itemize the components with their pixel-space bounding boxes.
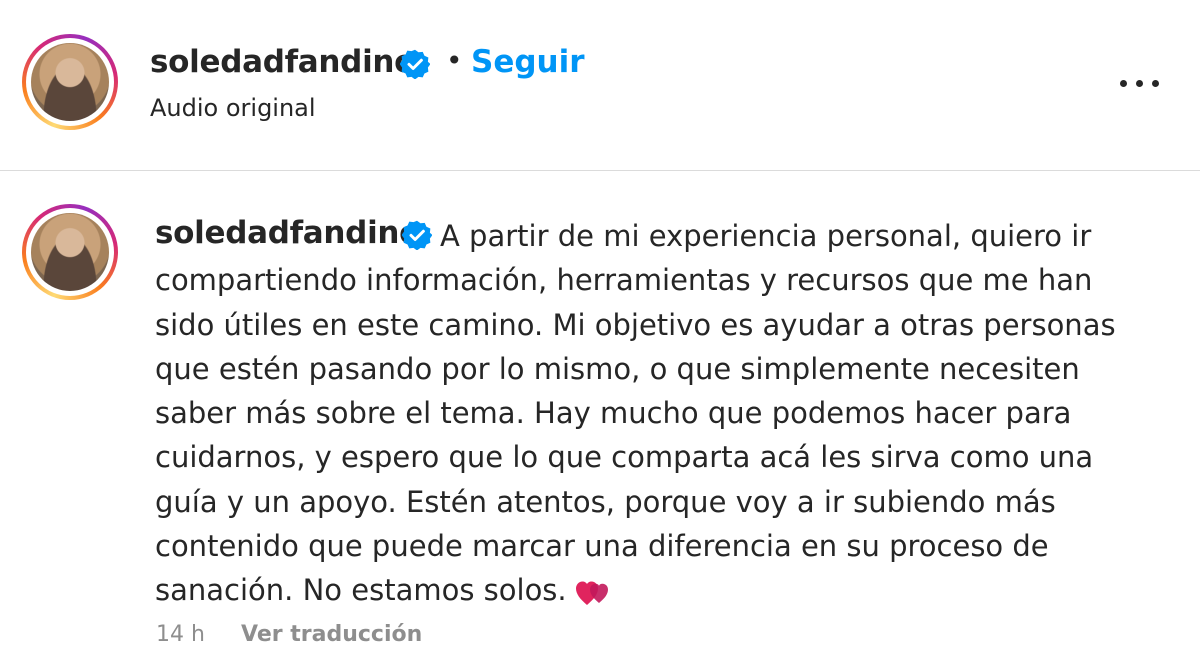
separator-dot: •	[446, 44, 463, 77]
header-avatar[interactable]	[22, 34, 118, 130]
caption-text-block: A partir de mi experiencia personal, qui…	[155, 214, 1155, 613]
post-header: soledadfandino • Seguir Audio original	[0, 0, 1200, 170]
timestamp: 14 h	[156, 622, 205, 647]
caption-text: A partir de mi experiencia personal, qui…	[155, 219, 1116, 608]
header-username[interactable]: soledadfandino	[150, 44, 415, 80]
avatar-photo	[31, 213, 109, 291]
audio-link[interactable]: Audio original	[150, 94, 316, 122]
two-hearts-icon	[575, 581, 608, 606]
verified-badge-icon	[400, 49, 430, 79]
avatar-photo	[31, 43, 109, 121]
header-divider	[0, 170, 1200, 171]
more-options-icon[interactable]	[1118, 68, 1162, 98]
follow-button[interactable]: Seguir	[471, 44, 585, 80]
see-translation-link[interactable]: Ver traducción	[241, 622, 422, 647]
comment-avatar[interactable]	[22, 204, 118, 300]
